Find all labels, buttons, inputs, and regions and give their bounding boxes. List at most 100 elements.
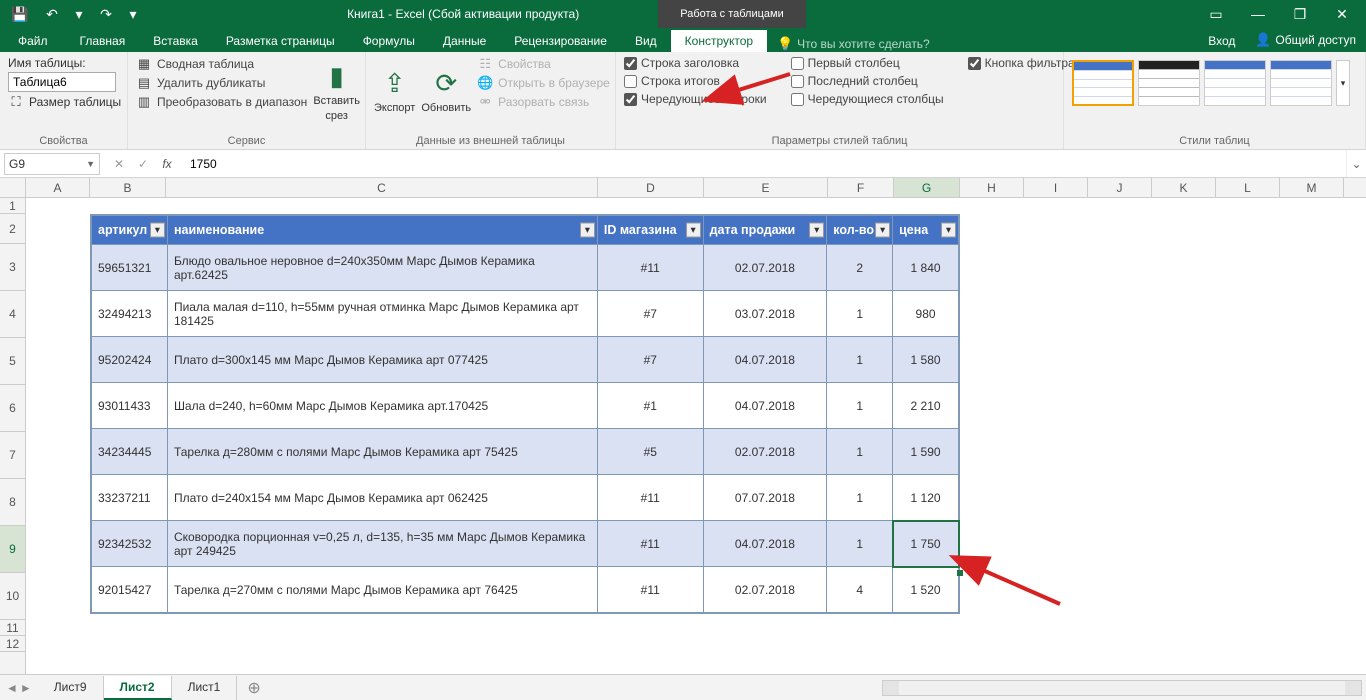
cell[interactable]: 1	[827, 337, 893, 383]
filter-button-checkbox[interactable]: Кнопка фильтра	[968, 56, 1075, 70]
row-header-12[interactable]: 12	[0, 636, 25, 652]
style-thumb[interactable]	[1204, 60, 1266, 106]
cell[interactable]: 92342532	[92, 521, 168, 567]
filter-dropdown-icon[interactable]: ▾	[686, 223, 701, 238]
table-header[interactable]: дата продажи▾	[703, 216, 827, 245]
sign-in-button[interactable]: Вход	[1198, 30, 1245, 52]
filter-dropdown-icon[interactable]: ▾	[580, 223, 595, 238]
cell[interactable]: 92015427	[92, 567, 168, 613]
cell[interactable]: Пиала малая d=110, h=55мм ручная отминка…	[167, 291, 597, 337]
add-sheet-button[interactable]: ⊕	[237, 678, 270, 698]
total-row-checkbox[interactable]: Строка итогов	[624, 74, 767, 88]
cells-area[interactable]: артикул▾наименование▾ID магазина▾дата пр…	[26, 198, 1366, 674]
undo-button[interactable]: ↶	[38, 2, 66, 26]
convert-range-button[interactable]: ▥Преобразовать в диапазон	[136, 94, 307, 110]
cell[interactable]: 02.07.2018	[703, 245, 827, 291]
row-header-8[interactable]: 8	[0, 479, 25, 526]
table-name-input[interactable]	[8, 72, 116, 92]
cell[interactable]: 33237211	[92, 475, 168, 521]
refresh-button[interactable]: ⟳Обновить	[421, 56, 471, 126]
cell[interactable]: #7	[597, 337, 703, 383]
export-button[interactable]: ⇪Экспорт	[374, 56, 415, 126]
cell[interactable]: #1	[597, 383, 703, 429]
cell[interactable]: 03.07.2018	[703, 291, 827, 337]
formula-input[interactable]	[186, 153, 1346, 175]
minimize-button[interactable]: —	[1238, 2, 1278, 26]
cell[interactable]: 1 520	[893, 567, 959, 613]
row-header-9[interactable]: 9	[0, 526, 25, 573]
cell[interactable]: 32494213	[92, 291, 168, 337]
table-header[interactable]: артикул▾	[92, 216, 168, 245]
expand-formula-bar[interactable]: ⌄	[1346, 150, 1366, 177]
row-header-1[interactable]: 1	[0, 198, 25, 214]
save-button[interactable]: 💾	[6, 2, 34, 26]
resize-table-button[interactable]: ⛶ Размер таблицы	[8, 94, 121, 110]
col-header-D[interactable]: D	[598, 178, 704, 197]
cell[interactable]: 95202424	[92, 337, 168, 383]
cell[interactable]: 02.07.2018	[703, 567, 827, 613]
sheet-nav-prev[interactable]: ◄	[6, 681, 18, 695]
qat-customize[interactable]: ▾	[124, 2, 142, 26]
selected-cell[interactable]: 1 750	[893, 521, 959, 567]
sheet-tab[interactable]: Лист2	[104, 676, 172, 700]
close-button[interactable]: ✕	[1322, 2, 1362, 26]
cell[interactable]: Плато d=240х154 мм Марс Дымов Керамика а…	[167, 475, 597, 521]
cell[interactable]: 980	[893, 291, 959, 337]
filter-dropdown-icon[interactable]: ▾	[875, 223, 890, 238]
sheet-nav-next[interactable]: ►	[20, 681, 32, 695]
cell[interactable]: 1	[827, 291, 893, 337]
enter-formula-button[interactable]: ✓	[132, 157, 154, 171]
col-header-K[interactable]: K	[1152, 178, 1216, 197]
tab-layout[interactable]: Разметка страницы	[212, 30, 349, 52]
styles-gallery[interactable]: ▾	[1072, 56, 1350, 106]
name-box[interactable]: G9 ▼	[4, 153, 100, 175]
col-header-F[interactable]: F	[828, 178, 894, 197]
row-header-5[interactable]: 5	[0, 338, 25, 385]
cancel-formula-button[interactable]: ✕	[108, 157, 130, 171]
cell[interactable]: 4	[827, 567, 893, 613]
share-button[interactable]: 👤 Общий доступ	[1245, 28, 1366, 52]
table-header[interactable]: наименование▾	[167, 216, 597, 245]
row-header-11[interactable]: 11	[0, 620, 25, 636]
col-header-M[interactable]: M	[1280, 178, 1344, 197]
cell[interactable]: 93011433	[92, 383, 168, 429]
cell[interactable]: #5	[597, 429, 703, 475]
horizontal-scrollbar[interactable]	[882, 680, 1362, 696]
col-header-G[interactable]: G	[894, 178, 960, 197]
tab-review[interactable]: Рецензирование	[500, 30, 621, 52]
col-header-E[interactable]: E	[704, 178, 828, 197]
cell[interactable]: 1	[827, 521, 893, 567]
cell[interactable]: 59651321	[92, 245, 168, 291]
cell[interactable]: Сковородка порционная v=0,25 л, d=135, h…	[167, 521, 597, 567]
header-row-checkbox[interactable]: Строка заголовка	[624, 56, 767, 70]
col-header-B[interactable]: B	[90, 178, 166, 197]
ribbon-display-options[interactable]: ▭	[1196, 2, 1236, 26]
col-header-L[interactable]: L	[1216, 178, 1280, 197]
filter-dropdown-icon[interactable]: ▾	[809, 223, 824, 238]
restore-button[interactable]: ❐	[1280, 2, 1320, 26]
worksheet[interactable]: ABCDEFGHIJKLM 123456789101112 артикул▾на…	[0, 178, 1366, 674]
style-thumb[interactable]	[1138, 60, 1200, 106]
insert-function-button[interactable]: fx	[156, 157, 178, 171]
tab-file[interactable]: Файл	[0, 30, 66, 52]
col-header-C[interactable]: C	[166, 178, 598, 197]
row-header-4[interactable]: 4	[0, 291, 25, 338]
col-header-H[interactable]: H	[960, 178, 1024, 197]
first-col-checkbox[interactable]: Первый столбец	[791, 56, 944, 70]
banded-cols-checkbox[interactable]: Чередующиеся столбцы	[791, 92, 944, 106]
tab-home[interactable]: Главная	[66, 30, 140, 52]
banded-rows-checkbox[interactable]: Чередующиеся строки	[624, 92, 767, 106]
cell[interactable]: #11	[597, 567, 703, 613]
row-header-7[interactable]: 7	[0, 432, 25, 479]
cell[interactable]: 1	[827, 383, 893, 429]
tab-data[interactable]: Данные	[429, 30, 500, 52]
cell[interactable]: Тарелка д=280мм с полями Марс Дымов Кера…	[167, 429, 597, 475]
filter-dropdown-icon[interactable]: ▾	[150, 223, 165, 238]
col-header-A[interactable]: A	[26, 178, 90, 197]
col-header-J[interactable]: J	[1088, 178, 1152, 197]
insert-slicer-button[interactable]: ▮ Вставить срез	[313, 56, 360, 126]
cell[interactable]: 04.07.2018	[703, 383, 827, 429]
tell-me-search[interactable]: 💡 Что вы хотите сделать?	[767, 36, 940, 52]
cell[interactable]: 2	[827, 245, 893, 291]
cell[interactable]: 1	[827, 429, 893, 475]
